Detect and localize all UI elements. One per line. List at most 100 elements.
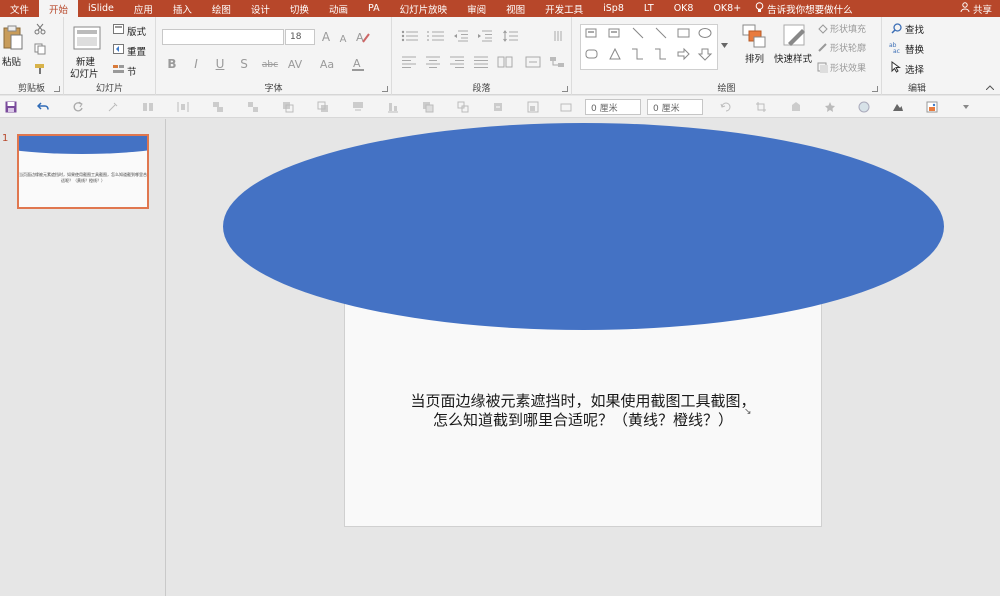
- circle-icon[interactable]: [856, 99, 872, 115]
- picture-icon[interactable]: [924, 99, 940, 115]
- cut-icon[interactable]: [33, 22, 47, 36]
- tab-apps[interactable]: 应用: [124, 0, 163, 17]
- bring-forward-icon[interactable]: [280, 99, 296, 115]
- clear-format-icon[interactable]: A: [354, 29, 372, 45]
- line-spacing-icon[interactable]: [502, 29, 520, 43]
- replace-icon[interactable]: ab ac: [888, 41, 902, 53]
- arrange-label[interactable]: 排列: [745, 51, 764, 65]
- tab-insert[interactable]: 插入: [163, 0, 202, 17]
- new-slide-label-2[interactable]: 幻灯片: [70, 66, 99, 80]
- tab-view[interactable]: 视图: [496, 0, 535, 17]
- redo-icon[interactable]: [70, 99, 86, 115]
- align-left-icon[interactable]: [400, 55, 418, 69]
- tab-ok8plus[interactable]: OK8+: [703, 0, 751, 17]
- new-slide-icon[interactable]: [73, 24, 101, 52]
- star-icon[interactable]: [822, 99, 838, 115]
- ungroup-icon[interactable]: [245, 99, 261, 115]
- tab-file[interactable]: 文件: [0, 0, 39, 17]
- tab-home[interactable]: 开始: [39, 0, 79, 17]
- font-size-combo[interactable]: 18: [285, 29, 315, 45]
- bold-button[interactable]: B: [166, 56, 178, 72]
- font-color-icon[interactable]: A: [350, 55, 366, 73]
- select-icon[interactable]: [890, 61, 902, 73]
- tab-islide[interactable]: iSlide: [78, 0, 124, 17]
- char-spacing-icon[interactable]: AV: [286, 56, 304, 72]
- tab-slideshow[interactable]: 幻灯片放映: [390, 0, 458, 17]
- font-name-combo[interactable]: [162, 29, 284, 45]
- crop-icon[interactable]: [753, 99, 769, 115]
- customize-qat-icon[interactable]: [958, 99, 974, 115]
- tab-ok8[interactable]: OK8: [664, 0, 704, 17]
- paragraph-launcher[interactable]: [562, 86, 568, 92]
- font-launcher[interactable]: [382, 86, 388, 92]
- share-button[interactable]: 共享: [960, 0, 992, 17]
- layout-icon[interactable]: [112, 23, 124, 35]
- reset-icon[interactable]: [112, 43, 124, 55]
- format-painter-icon[interactable]: [33, 62, 47, 76]
- undo-icon[interactable]: [35, 99, 51, 115]
- align-text-icon[interactable]: [524, 55, 542, 69]
- slide-thumbnail[interactable]: 当页面边缘被元素遮挡时，如果使用截图工具截图，怎么知道截到哪里合适呢？（黄线？橙…: [17, 134, 149, 209]
- shape-effects-label[interactable]: 形状效果: [830, 61, 866, 74]
- columns-icon[interactable]: [496, 55, 514, 69]
- tab-review[interactable]: 审阅: [457, 0, 496, 17]
- send-backward-icon[interactable]: [315, 99, 331, 115]
- smartart-icon[interactable]: [548, 55, 566, 69]
- find-icon[interactable]: [890, 22, 902, 34]
- replace-button[interactable]: 替换: [905, 42, 924, 56]
- tab-transitions[interactable]: 切换: [280, 0, 319, 17]
- copy-icon[interactable]: [33, 42, 47, 56]
- arrange-icon[interactable]: [740, 22, 768, 50]
- decrease-indent-icon[interactable]: [452, 29, 470, 43]
- tab-animations[interactable]: 动画: [319, 0, 358, 17]
- increase-indent-icon[interactable]: [476, 29, 494, 43]
- decrease-font-icon[interactable]: A: [336, 31, 350, 47]
- shape-height-input[interactable]: 0 厘米: [647, 99, 703, 115]
- find-button[interactable]: 查找: [905, 22, 924, 36]
- select-button[interactable]: 选择: [905, 62, 924, 76]
- pointer-icon[interactable]: [105, 99, 121, 115]
- shape-fill-label[interactable]: 形状填充: [830, 22, 866, 35]
- shape-outline-label[interactable]: 形状轮廓: [830, 41, 866, 54]
- mountain-icon[interactable]: [890, 99, 906, 115]
- layer-icon[interactable]: [420, 99, 436, 115]
- shape-fill-icon[interactable]: [816, 22, 828, 34]
- strikethrough-button[interactable]: abc: [260, 57, 280, 73]
- bullets-icon[interactable]: [400, 29, 420, 43]
- shape-icon[interactable]: [788, 99, 804, 115]
- shape-width-input[interactable]: 0 厘米: [585, 99, 641, 115]
- section-button[interactable]: 节: [127, 64, 137, 78]
- shadow-button[interactable]: S: [238, 56, 250, 72]
- change-case-button[interactable]: Aa: [318, 56, 336, 72]
- shapes-gallery[interactable]: [580, 24, 718, 70]
- copy-layer-icon[interactable]: [490, 99, 506, 115]
- tab-lt[interactable]: LT: [634, 0, 664, 17]
- group-icon[interactable]: [210, 99, 226, 115]
- align-bottom-icon[interactable]: [385, 99, 401, 115]
- clipboard-launcher[interactable]: [54, 86, 60, 92]
- distribute-icon[interactable]: [175, 99, 191, 115]
- text-direction-icon[interactable]: [552, 29, 566, 43]
- tab-draw[interactable]: 绘图: [202, 0, 241, 17]
- rotate-icon[interactable]: [718, 99, 734, 115]
- italic-button[interactable]: I: [190, 56, 202, 72]
- paste-label[interactable]: 粘贴: [2, 54, 21, 68]
- quick-styles-icon[interactable]: [781, 22, 809, 50]
- align-center-icon[interactable]: [424, 55, 442, 69]
- increase-font-icon[interactable]: A: [319, 29, 333, 45]
- duplicate-icon[interactable]: [455, 99, 471, 115]
- size-icon[interactable]: [558, 99, 574, 115]
- justify-icon[interactable]: [472, 55, 490, 69]
- tab-developer[interactable]: 开发工具: [535, 0, 593, 17]
- tab-pa[interactable]: PA: [358, 0, 390, 17]
- align-right-icon[interactable]: [448, 55, 466, 69]
- merge-shapes-icon[interactable]: [350, 99, 366, 115]
- reset-button[interactable]: 重置: [127, 44, 146, 58]
- save-icon[interactable]: [3, 99, 19, 115]
- blue-ellipse-shape[interactable]: [223, 123, 944, 330]
- section-icon[interactable]: [112, 63, 124, 75]
- gallery-more-icon[interactable]: [720, 41, 728, 49]
- tab-design[interactable]: 设计: [241, 0, 280, 17]
- collapse-ribbon-icon[interactable]: [985, 83, 995, 91]
- tab-isp8[interactable]: iSp8: [593, 0, 634, 17]
